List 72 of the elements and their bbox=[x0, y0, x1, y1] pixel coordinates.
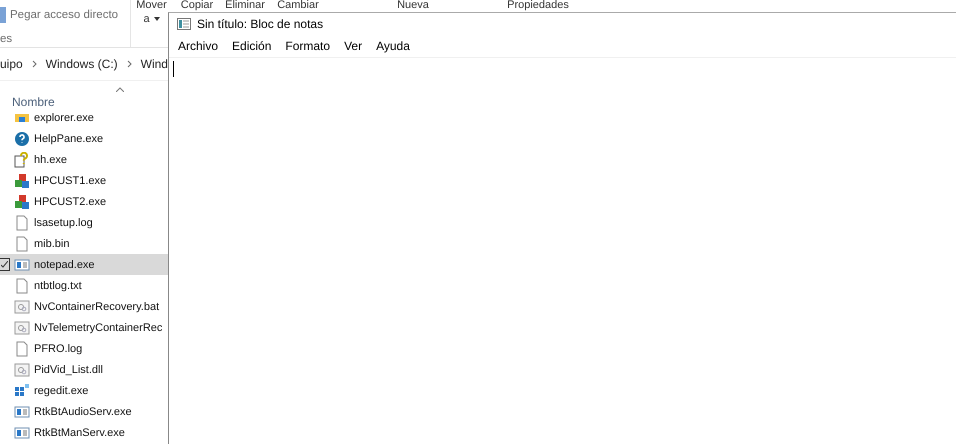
file-row[interactable]: HPCUST1.exe bbox=[0, 170, 168, 191]
app-window-icon bbox=[14, 256, 30, 272]
window-title: Sin título: Bloc de notas bbox=[197, 17, 324, 31]
file-row[interactable]: PidVid_List.dll bbox=[0, 359, 168, 380]
help-file-icon bbox=[14, 152, 30, 168]
file-row[interactable]: explorer.exe bbox=[0, 107, 168, 128]
ribbon-command[interactable]: a bbox=[143, 14, 150, 24]
column-header[interactable]: Nombre bbox=[12, 95, 55, 109]
file-row[interactable]: NvContainerRecovery.bat bbox=[0, 296, 168, 317]
menu-item[interactable]: Ayuda bbox=[369, 39, 417, 53]
file-row[interactable]: HPCUST2.exe bbox=[0, 191, 168, 212]
file-name: HPCUST2.exe bbox=[34, 196, 106, 208]
file-name: hh.exe bbox=[34, 154, 68, 166]
group-label: es bbox=[0, 33, 14, 45]
file-row[interactable]: hh.exe bbox=[0, 149, 168, 170]
file-name: PFRO.log bbox=[34, 342, 82, 354]
file-row[interactable]: PFRO.log bbox=[0, 338, 168, 359]
file-name: ntbtlog.txt bbox=[34, 280, 82, 292]
ribbon-command[interactable]: Cambiar bbox=[277, 0, 319, 10]
folder-icon bbox=[14, 114, 30, 122]
notepad-icon bbox=[177, 17, 191, 31]
checkmark-icon bbox=[1, 261, 8, 268]
file-row[interactable]: lsasetup.log bbox=[0, 212, 168, 233]
sort-caret-icon bbox=[116, 87, 124, 92]
file-icon bbox=[14, 214, 30, 230]
gear-file-icon bbox=[14, 298, 30, 314]
file-row[interactable]: mib.bin bbox=[0, 233, 168, 254]
cubes-icon bbox=[14, 194, 30, 210]
breadcrumb-item[interactable]: Wind bbox=[140, 57, 168, 71]
file-name: notepad.exe bbox=[34, 258, 95, 270]
breadcrumb-item[interactable]: Windows (C:) bbox=[46, 57, 118, 71]
file-name: explorer.exe bbox=[34, 112, 94, 124]
file-name: mib.bin bbox=[34, 238, 70, 250]
ribbon-command[interactable]: Nueva bbox=[397, 0, 429, 10]
cubes-icon bbox=[14, 172, 30, 188]
file-name: RtkBtAudioServ.exe bbox=[34, 406, 132, 418]
file-icon bbox=[14, 278, 30, 294]
file-row[interactable]: regedit.exe bbox=[0, 380, 168, 401]
app-window-icon bbox=[14, 404, 30, 420]
file-name: regedit.exe bbox=[34, 384, 88, 396]
app-window-icon bbox=[14, 424, 30, 440]
registry-icon bbox=[14, 382, 30, 398]
help-icon bbox=[14, 130, 30, 146]
file-name: PidVid_List.dll bbox=[34, 364, 103, 376]
file-row[interactable]: NvTelemetryContainerRec bbox=[0, 317, 168, 338]
file-name: HelpPane.exe bbox=[34, 132, 104, 144]
file-row[interactable]: RtkBtAudioServ.exe bbox=[0, 401, 168, 422]
gear-file-icon bbox=[14, 320, 30, 336]
ribbon-command[interactable]: Eliminar bbox=[225, 0, 265, 10]
file-name: NvTelemetryContainerRec bbox=[34, 322, 162, 334]
ribbon-command[interactable]: Copiar bbox=[180, 0, 214, 10]
menu-item[interactable]: Ver bbox=[337, 39, 370, 53]
file-row[interactable]: HelpPane.exe bbox=[0, 128, 168, 149]
file-icon bbox=[14, 236, 30, 252]
ribbon-command[interactable]: Propiedades bbox=[507, 0, 569, 10]
gear-file-icon bbox=[14, 362, 30, 378]
menu-item[interactable]: Edición bbox=[225, 39, 278, 53]
file-row[interactable]: notepad.exe bbox=[0, 254, 168, 275]
file-name: NvContainerRecovery.bat bbox=[34, 300, 160, 312]
menu-item[interactable]: Archivo bbox=[171, 39, 226, 53]
breadcrumb-item[interactable]: uipo bbox=[0, 57, 23, 71]
file-row[interactable]: ntbtlog.txt bbox=[0, 275, 168, 296]
file-row[interactable]: RtkBtManServ.exe bbox=[0, 422, 168, 443]
chevron-icon bbox=[126, 60, 132, 68]
file-icon bbox=[14, 340, 30, 356]
file-name: RtkBtManServ.exe bbox=[34, 426, 125, 438]
file-name: HPCUST1.exe bbox=[34, 174, 106, 186]
paste-shortcut-button[interactable]: Pegar acceso directo bbox=[10, 9, 118, 21]
menu-item[interactable]: Formato bbox=[278, 39, 338, 53]
chevron-icon bbox=[32, 60, 37, 68]
ribbon-command[interactable]: Mover bbox=[136, 0, 167, 10]
file-name: lsasetup.log bbox=[34, 216, 93, 228]
